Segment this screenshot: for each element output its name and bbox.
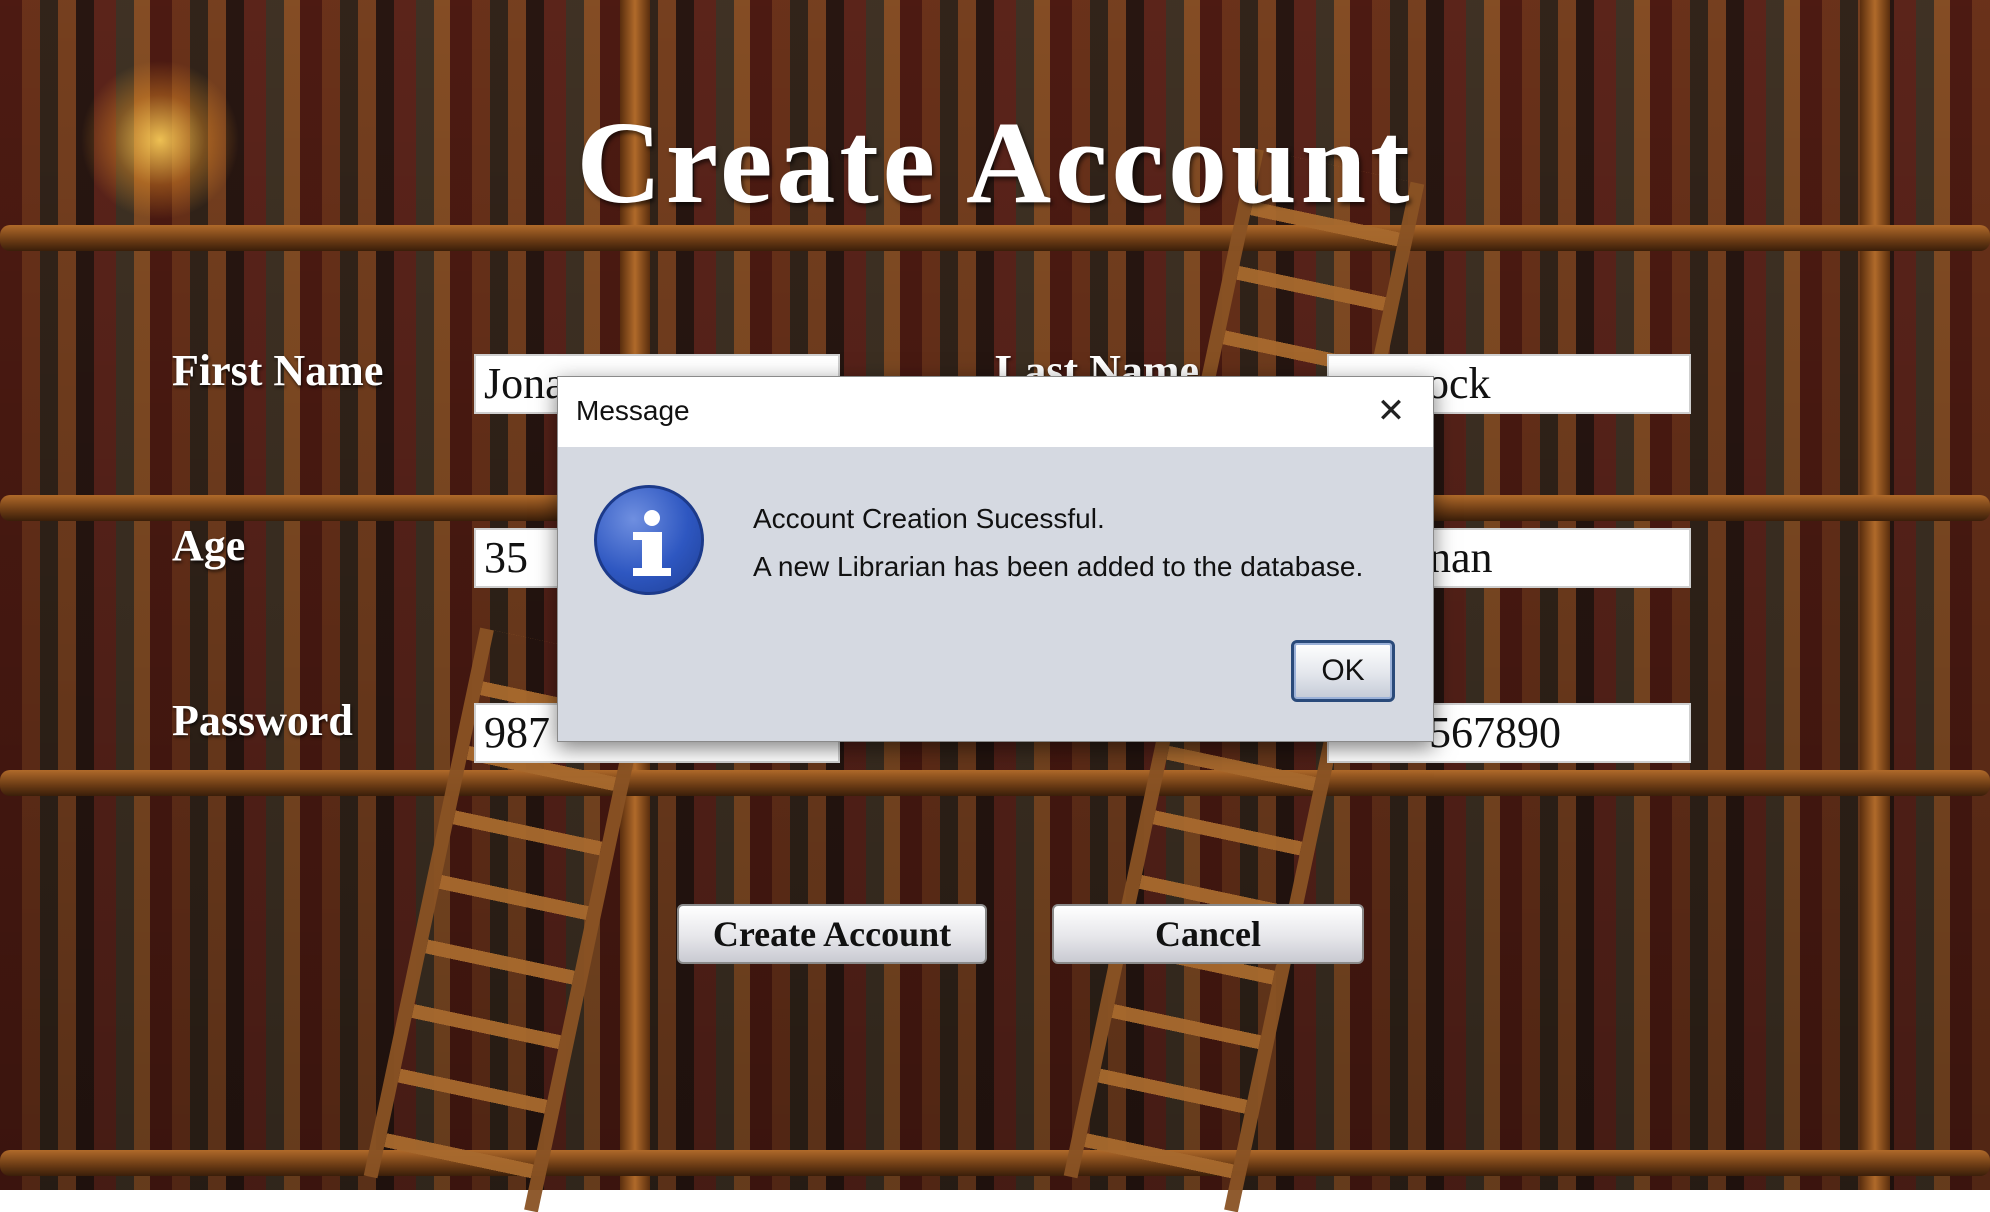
info-icon xyxy=(594,485,704,595)
dialog-message-line1: Account Creation Sucessful. xyxy=(753,503,1105,534)
dialog-title: Message xyxy=(576,395,690,426)
message-dialog: Message ✕ Account Creation Sucessful. A … xyxy=(557,376,1434,742)
close-icon[interactable]: ✕ xyxy=(1371,391,1411,431)
ok-button[interactable]: OK xyxy=(1291,640,1395,702)
age-label: Age xyxy=(172,521,246,570)
page-title: Create Account xyxy=(576,97,1414,228)
dialog-titlebar[interactable]: Message ✕ xyxy=(558,377,1433,447)
shelf-plank xyxy=(0,770,1990,796)
shelf-plank xyxy=(0,1150,1990,1176)
create-account-button[interactable]: Create Account xyxy=(677,904,987,964)
password-label: Password xyxy=(172,696,353,745)
first-name-label: First Name xyxy=(172,346,384,395)
dialog-message-line2: A new Librarian has been added to the da… xyxy=(753,551,1364,582)
cancel-button[interactable]: Cancel xyxy=(1052,904,1364,964)
